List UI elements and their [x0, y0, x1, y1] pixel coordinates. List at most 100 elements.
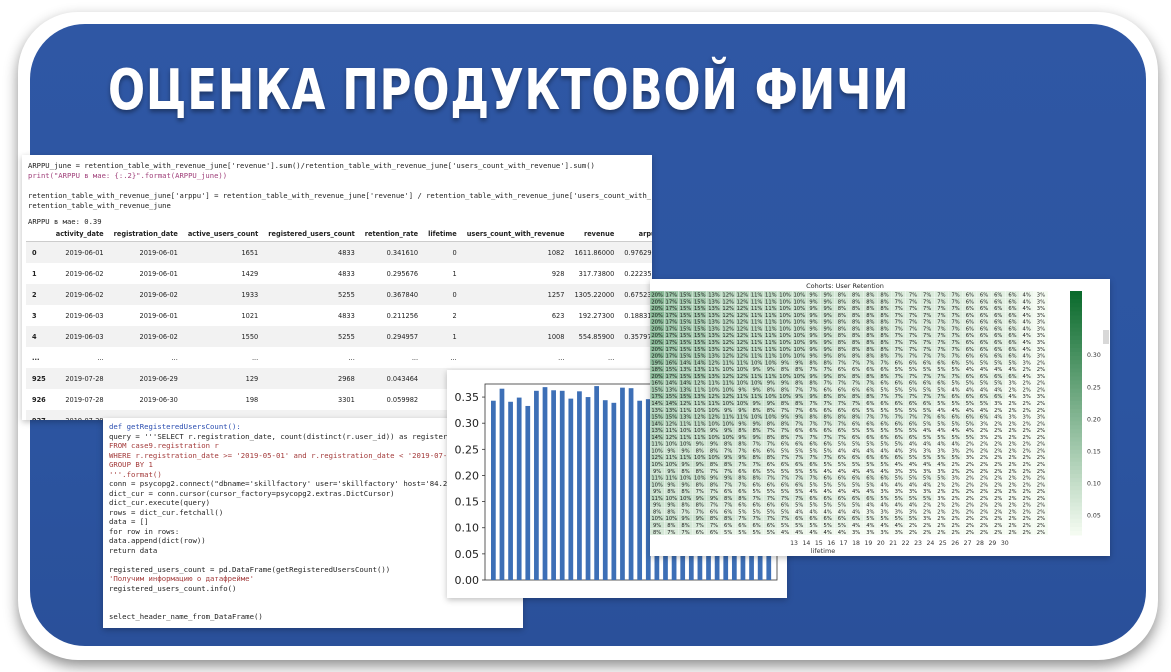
table-cell: 198 — [245, 395, 259, 404]
colorbar-segment — [1070, 356, 1082, 361]
colorbar-tick-label: 0.20 — [1087, 416, 1101, 423]
table-cell: 1305.22000 — [569, 284, 620, 305]
table-cell: 0 — [423, 241, 462, 263]
table-cell: ... — [619, 347, 652, 368]
bar — [534, 390, 539, 580]
colorbar-segment — [1070, 319, 1082, 325]
colorbar-segment — [1070, 498, 1082, 503]
colorbar-segment — [1070, 404, 1082, 410]
x-tick-label: 24 — [926, 540, 934, 547]
x-tick-label: 15 — [815, 540, 823, 547]
row-index: 3 — [32, 311, 37, 320]
colorbar-segment — [1070, 522, 1082, 528]
heatmap-chart: Cohorts: User Retention20% 17% 15% 15% 13% 12… — [650, 282, 1101, 555]
colorbar-segment — [1070, 343, 1082, 349]
colorbar-tick-label: 0.10 — [1087, 481, 1101, 488]
colorbar-segment — [1070, 347, 1082, 353]
table-cell: 0.294957 — [359, 326, 424, 347]
table-cell: 2019-07-28 — [65, 395, 104, 404]
code-line: '''.format() — [109, 469, 162, 479]
table-cell: ... — [558, 353, 565, 362]
code-line: registered_users_count.info() — [109, 583, 237, 593]
code-line: print("ARPPU в мае: {:.2}".format(ARPPU_… — [28, 171, 228, 180]
x-tick-label: 22 — [902, 540, 910, 547]
bar — [551, 390, 556, 580]
table-cell: 2019-06-02 — [65, 269, 104, 278]
colorbar-segment — [1070, 323, 1082, 329]
heatmap-cell-label: 5% — [752, 530, 760, 536]
heatmap-cell-label: 4% — [795, 530, 803, 536]
column-header: arpu — [619, 227, 652, 242]
x-tick-label: 16 — [827, 540, 835, 547]
code-line: select_header_name_from_DataFrame() — [109, 612, 263, 621]
heatmap-cell-label: 4% — [824, 530, 832, 536]
colorbar-segment — [1070, 526, 1082, 532]
table-cell: 0.341610 — [359, 241, 424, 263]
colorbar-segment — [1070, 299, 1082, 304]
bar — [577, 391, 582, 580]
x-tick-label: 21 — [889, 540, 897, 547]
row-index: ... — [32, 353, 40, 362]
y-tick-label: 0.00 — [455, 574, 480, 587]
code-line: ARPPU_june = retention_table_with_revenu… — [28, 161, 595, 170]
colorbar-segment — [1070, 335, 1082, 341]
colorbar-segment — [1070, 433, 1082, 438]
table-cell: 2019-07-29 — [50, 410, 109, 420]
code-line: WHERE r.registration_date >= '2019-05-01… — [109, 450, 457, 460]
colorbar-segment — [1070, 295, 1082, 300]
table-cell: 0.043464 — [359, 368, 424, 389]
code-line: retention_table_with_revenue_june['arppu… — [28, 191, 652, 200]
column-header: retention_rate — [359, 227, 424, 242]
code-line: dict_cur = conn.cursor(cursor_factory=ps… — [109, 488, 395, 498]
code-line: FROM case9.registration r — [109, 441, 219, 450]
heatmap-cell-label: 2% — [994, 530, 1002, 536]
table-cell: 1550 — [182, 326, 264, 347]
colorbar-segment — [1070, 392, 1082, 398]
heatmap-cell-label: 6% — [710, 530, 718, 536]
code-line: registered_users_count = pd.DataFrame(ge… — [109, 564, 391, 574]
cohort-heatmap-screenshot: Cohorts: User Retention 20% 17% 15% 15% 13% 12… — [650, 279, 1110, 556]
table-cell: 554.85900 — [569, 326, 620, 347]
colorbar-segment — [1070, 469, 1082, 475]
heatmap-cell-label: 2% — [980, 530, 988, 536]
x-tick-label: 27 — [964, 540, 972, 547]
table-cell: ... — [450, 353, 457, 362]
bar — [491, 400, 496, 580]
colorbar-segment — [1070, 303, 1082, 308]
heatmap-cell-label: 4% — [809, 530, 817, 536]
code-line: def getRegisteredUsersCount(): — [109, 422, 241, 431]
x-tick-label: 30 — [1001, 540, 1009, 547]
heatmap-cell-label: 2% — [951, 530, 959, 536]
colorbar-segment — [1070, 457, 1082, 463]
code-line: query = '''SELECT r.registration_date, c… — [109, 431, 457, 441]
table-cell: 2019-06-03 — [65, 311, 104, 320]
table-cell: 1611.86000 — [569, 241, 620, 263]
table-cell: 0.211256 — [386, 311, 419, 320]
colorbar-segment — [1070, 494, 1082, 499]
row-index: 0 — [26, 241, 51, 263]
colorbar-segment — [1070, 449, 1082, 455]
row-index: 927 — [26, 410, 51, 420]
x-tick-label: 14 — [802, 540, 810, 547]
table-cell: 928 — [551, 269, 565, 278]
row-index: 1 — [32, 269, 37, 278]
colorbar-segment — [1070, 502, 1082, 508]
colorbar-segment — [1070, 360, 1082, 365]
heatmap-cell-label: 2% — [966, 530, 974, 536]
table-cell: ... — [171, 353, 178, 362]
table-cell: 3301 — [338, 395, 355, 404]
y-tick-label: 0.20 — [455, 469, 480, 482]
y-tick-label: 0.35 — [455, 391, 480, 404]
row-index: 926 — [32, 395, 46, 404]
code-line: data.append(dict(row)) — [109, 536, 206, 545]
column-header: activity_date — [50, 227, 109, 242]
table-cell: 1 — [423, 326, 462, 347]
colorbar-segment — [1070, 311, 1082, 316]
bar — [585, 397, 591, 580]
code-line: data = [] — [109, 517, 149, 526]
heatmap-cell-label: 3% — [852, 530, 860, 536]
colorbar-segment — [1070, 486, 1082, 491]
column-header: registration_date — [108, 227, 183, 242]
x-tick-label: 23 — [914, 540, 922, 547]
row-index: 2 — [26, 284, 51, 305]
